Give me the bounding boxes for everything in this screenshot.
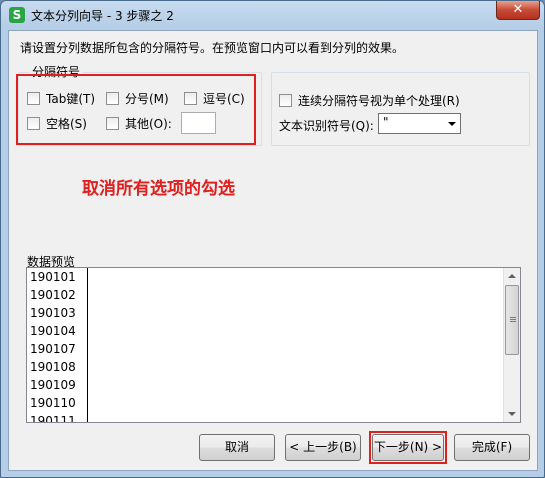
preview-column: 190101 190102 190103 190104 190107 190108 1901…: [27, 268, 87, 423]
preview-row: 190111: [30, 414, 76, 423]
preview-row: 190103: [30, 306, 76, 320]
preview-row: 190102: [30, 288, 76, 302]
data-preview-pane[interactable]: 190101 190102 190103 190104 190107 190108 1901…: [26, 267, 521, 423]
preview-row: 190101: [30, 270, 76, 284]
cancel-button[interactable]: 取消: [199, 434, 275, 461]
vertical-scrollbar[interactable]: [503, 268, 520, 422]
scroll-up-icon[interactable]: [504, 268, 520, 285]
grip-icon: [510, 317, 516, 318]
text-qualifier-value: ": [383, 115, 389, 129]
preview-row: 190109: [30, 378, 76, 392]
instruction-text: 请设置分列数据所包含的分隔符号。在预览窗口内可以看到分列的效果。: [20, 41, 405, 55]
finish-button[interactable]: 完成(F): [454, 434, 530, 461]
consecutive-checkbox-row[interactable]: 连续分隔符号视为单个处理(R): [279, 92, 460, 109]
highlight-box-delimiters: [16, 74, 256, 145]
preview-row: 190104: [30, 324, 76, 338]
options-group: [271, 72, 530, 146]
text-qualifier-select[interactable]: ": [378, 113, 461, 134]
scroll-down-icon[interactable]: [504, 405, 520, 422]
preview-row: 190107: [30, 342, 76, 356]
consecutive-checkbox-label: 连续分隔符号视为单个处理(R): [298, 94, 460, 108]
column-separator: [87, 268, 88, 422]
highlight-box-next: [369, 431, 447, 464]
preview-row: 190110: [30, 396, 76, 410]
preview-row: 190108: [30, 360, 76, 374]
wizard-window: S 文本分列向导 - 3 步骤之 2 ✕ 请设置分列数据所包含的分隔符号。在预览…: [0, 0, 545, 478]
consecutive-checkbox[interactable]: [279, 94, 292, 107]
back-button[interactable]: < 上一步(B): [285, 434, 361, 461]
dialog-body: 请设置分列数据所包含的分隔符号。在预览窗口内可以看到分列的效果。 分隔符号 Ta…: [8, 30, 538, 471]
window-title: 文本分列向导 - 3 步骤之 2: [31, 9, 174, 23]
text-qualifier-label: 文本识别符号(Q):: [279, 119, 374, 133]
annotation-text: 取消所有选项的勾选: [82, 179, 235, 199]
scrollbar-thumb[interactable]: [505, 285, 519, 355]
app-icon: S: [9, 7, 25, 23]
title-bar[interactable]: S 文本分列向导 - 3 步骤之 2 ✕: [1, 1, 544, 28]
close-button[interactable]: ✕: [496, 1, 540, 20]
chevron-down-icon: [448, 122, 456, 126]
